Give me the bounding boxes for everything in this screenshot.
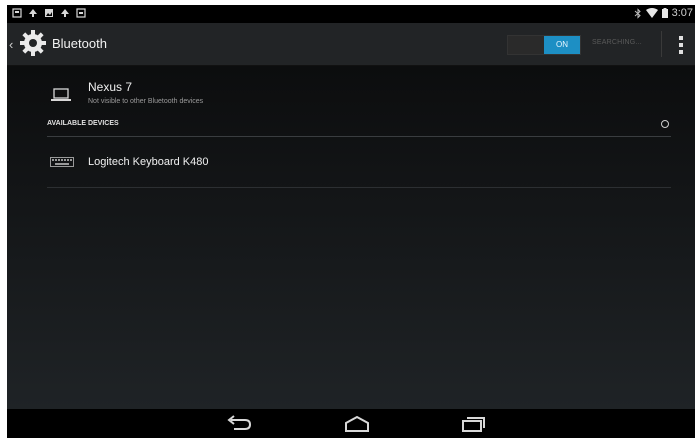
action-bar: ‹ Bluetooth ON SEARCHING... [7,23,695,66]
paired-device-subtitle: Not visible to other Bluetooth devices [88,98,204,105]
laptop-icon [51,88,71,101]
keyboard-icon [50,157,74,167]
page-title: Bluetooth [52,36,107,51]
recents-icon[interactable] [459,414,487,434]
up-caret-icon[interactable]: ‹ [9,37,13,52]
notification-icon [76,8,86,18]
paired-device-row[interactable]: Nexus 7 Not visible to other Bluetooth d… [49,74,649,118]
bluetooth-content: Nexus 7 Not visible to other Bluetooth d… [7,66,695,409]
notification-icon [12,8,22,18]
clock: 3:07 [671,7,693,19]
battery-icon [661,8,668,18]
available-device-row[interactable]: Logitech Keyboard K480 [47,139,671,188]
status-bar: 3:07 [7,5,695,23]
settings-gear-icon[interactable] [19,29,47,57]
section-label: AVAILABLE DEVICES [47,120,119,127]
navigation-bar [7,409,695,438]
available-devices-header: AVAILABLE DEVICES [47,118,671,137]
home-icon[interactable] [343,414,371,434]
bluetooth-toggle[interactable]: ON [507,35,581,55]
notification-icons [12,8,86,18]
searching-button[interactable]: SEARCHING... [592,39,642,46]
scanning-progress-icon [661,120,669,128]
overflow-menu-icon[interactable] [679,36,683,54]
upload-icon [29,9,37,17]
action-bar-divider [661,31,662,57]
available-device-name: Logitech Keyboard K480 [88,156,209,168]
tablet-screen: 3:07 ‹ Bluetooth ON SEARCHING... Nexus 7… [7,5,695,438]
wifi-icon [645,8,658,18]
upload-icon [61,9,69,17]
back-icon[interactable] [225,414,253,434]
toggle-on-label: ON [544,36,580,54]
paired-device-name: Nexus 7 [88,80,133,94]
gallery-icon [45,9,53,17]
bluetooth-icon [634,7,641,19]
system-status: 3:07 [634,7,693,19]
